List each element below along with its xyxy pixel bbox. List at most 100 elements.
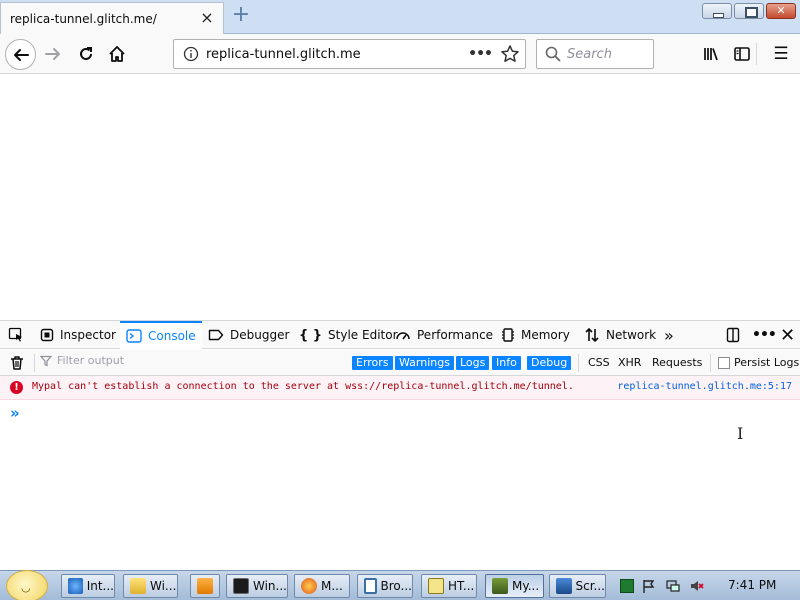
taskbar-item[interactable]: My...: [485, 574, 544, 598]
window-close-button[interactable]: ✕: [766, 3, 796, 19]
reload-icon: [80, 47, 92, 60]
library-icon: [704, 48, 718, 61]
taskbar-item-label: Wi...: [150, 579, 177, 593]
maximize-button[interactable]: [734, 3, 764, 19]
url-bar[interactable]: replica-tunnel.glitch.me •••: [173, 39, 526, 69]
console-error-message: ! Mypal can't establish a connection to …: [0, 376, 800, 400]
filter-xhr-button[interactable]: XHR: [618, 356, 641, 370]
tab-performance[interactable]: Performance: [395, 321, 493, 349]
bookmark-star-icon[interactable]: [500, 44, 520, 64]
tab-network[interactable]: Network: [584, 321, 656, 349]
element-picker-button[interactable]: [8, 321, 30, 349]
console-toolbar: Errors Warnings Logs Info Debug CSS XHR …: [0, 350, 800, 376]
devtools-menu-icon[interactable]: •••: [752, 321, 777, 349]
tab-inspector[interactable]: Inspector: [40, 321, 116, 349]
tab-style-editor[interactable]: { } Style Editor: [299, 321, 398, 349]
system-tray: 7:41 PM: [612, 573, 798, 599]
network-icon: [585, 327, 599, 343]
minimize-button[interactable]: [702, 3, 732, 19]
more-tools-chevron-icon[interactable]: »: [664, 321, 674, 349]
search-input[interactable]: [567, 46, 647, 62]
mypal-icon: [492, 578, 508, 594]
flag-icon[interactable]: [642, 579, 656, 593]
start-button[interactable]: ◡: [6, 570, 48, 600]
app-menu-button[interactable]: ☰: [767, 40, 795, 68]
taskbar-item[interactable]: Int...: [61, 574, 115, 598]
volume-muted-icon[interactable]: [690, 579, 704, 593]
reload-button[interactable]: [72, 40, 100, 68]
devtools-close-icon[interactable]: ✕: [780, 321, 795, 349]
page-actions-icon[interactable]: •••: [468, 46, 493, 62]
home-button[interactable]: [103, 40, 131, 68]
element-picker-icon: [8, 327, 22, 342]
tab-memory[interactable]: Memory: [501, 321, 570, 349]
sidebar-button[interactable]: [728, 40, 756, 68]
tab-console[interactable]: Console: [120, 321, 202, 349]
console-input[interactable]: [30, 405, 770, 423]
persist-logs-checkbox[interactable]: Persist Logs: [718, 356, 799, 369]
style-editor-icon: { }: [299, 327, 323, 343]
search-bar[interactable]: [536, 39, 654, 69]
back-arrow-icon: [13, 48, 29, 61]
devtools-panel: Inspector Console Debugger { } Style Edi…: [0, 320, 800, 570]
tab-close-icon[interactable]: ×: [200, 10, 214, 26]
persist-logs-label: Persist Logs: [734, 356, 800, 369]
filter-input[interactable]: [57, 354, 177, 367]
taskbar-item-label: M...: [321, 579, 343, 593]
taskbar-item[interactable]: Bro...: [357, 574, 413, 598]
tray-app-icon[interactable]: [620, 579, 634, 593]
filter-output[interactable]: [40, 354, 177, 367]
taskbar-item[interactable]: M...: [294, 574, 350, 598]
screen-capture-icon: [556, 578, 572, 594]
network-icon[interactable]: [666, 579, 680, 593]
taskbar-item-label: Int...: [86, 579, 114, 593]
terminal-icon: [233, 578, 249, 594]
taskbar-item[interactable]: HT...: [421, 574, 477, 598]
error-text: Mypal can't establish a connection to th…: [32, 381, 574, 392]
url-text[interactable]: replica-tunnel.glitch.me: [206, 47, 361, 62]
filter-warnings-button[interactable]: Warnings: [395, 356, 454, 370]
tab-label: Style Editor: [328, 328, 398, 342]
forward-button[interactable]: [39, 40, 67, 68]
page-content: [0, 74, 800, 320]
debugger-icon: [208, 329, 224, 341]
home-icon: [109, 46, 125, 62]
media-player-icon: [197, 578, 213, 594]
taskbar-item[interactable]: [190, 574, 220, 598]
toolbar-separator: [710, 354, 711, 372]
sidebar-icon: [734, 47, 750, 61]
tab-label: Inspector: [60, 328, 116, 342]
checkbox-icon[interactable]: [718, 356, 730, 369]
taskbar-item[interactable]: Win...: [226, 574, 288, 598]
dock-side-button[interactable]: [726, 321, 746, 349]
tab-debugger[interactable]: Debugger: [208, 321, 289, 349]
filter-errors-button[interactable]: Errors: [352, 356, 393, 370]
filter-logs-button[interactable]: Logs: [456, 356, 490, 370]
taskbar-item[interactable]: Scr...: [549, 574, 606, 598]
filter-requests-button[interactable]: Requests: [652, 356, 702, 370]
filter-css-button[interactable]: CSS: [588, 356, 610, 370]
hamburger-icon: ☰: [773, 44, 789, 64]
inspector-icon: [40, 328, 54, 342]
taskbar-item[interactable]: Wi...: [123, 574, 178, 598]
clear-console-trash-icon[interactable]: [9, 355, 25, 371]
filter-info-button[interactable]: Info: [492, 356, 521, 370]
new-tab-button[interactable]: +: [230, 4, 252, 28]
memory-icon: [502, 328, 514, 342]
back-button[interactable]: [5, 39, 36, 70]
taskbar-item-label: Win...: [253, 579, 287, 593]
internet-explorer-icon: [68, 578, 83, 594]
filter-debug-button[interactable]: Debug: [527, 356, 572, 370]
tab-label: Network: [606, 328, 657, 342]
site-info-icon[interactable]: [183, 46, 199, 62]
clock[interactable]: 7:41 PM: [728, 578, 776, 592]
devtools-tab-bar: Inspector Console Debugger { } Style Edi…: [0, 321, 800, 349]
error-source-link[interactable]: replica-tunnel.glitch.me:5:17: [617, 381, 792, 392]
toolbar-separator: [756, 43, 757, 65]
library-button[interactable]: [697, 40, 725, 68]
toolbar-separator: [34, 354, 35, 372]
performance-icon: [396, 332, 410, 340]
tab-title: replica-tunnel.glitch.me/: [10, 11, 157, 26]
tab-label: Memory: [521, 328, 570, 342]
browser-tab[interactable]: replica-tunnel.glitch.me/ ×: [0, 2, 224, 34]
